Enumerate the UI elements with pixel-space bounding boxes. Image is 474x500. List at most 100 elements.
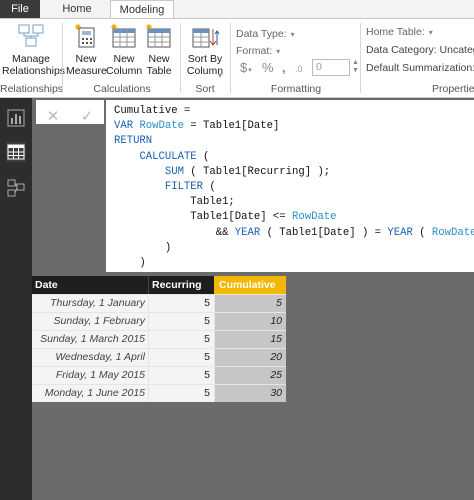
tab-modeling[interactable]: Modeling [110,0,174,19]
code-text: ( Table1[Recurring] ); [183,165,331,178]
cell-recurring[interactable]: 5 [148,349,214,366]
cell-cumulative[interactable]: 15 [214,331,286,348]
decimal-stepper[interactable]: ▲ ▼ [352,59,359,75]
report-view-icon[interactable] [6,108,26,128]
sort-by-column-button[interactable]: Sort By Column [184,23,226,77]
cell-cumulative[interactable]: 10 [214,313,286,330]
code-text: ) [114,257,146,270]
manage-relationships-button[interactable]: Manage Relationships [2,23,66,77]
tab-home[interactable]: Home [52,0,102,18]
manage-label-1: Manage [12,53,50,65]
group-divider [62,23,63,93]
ribbon: Manage Relationships Relationships New M… [0,18,474,98]
column-header-date[interactable]: Date [32,276,148,294]
code-text: ( [196,150,210,163]
code-variable: RowDate [431,226,474,239]
cell-recurring[interactable]: 5 [148,331,214,348]
table-row: Sunday, 1 March 2015 5 15 [32,330,286,348]
home-table-label: Home Table: [366,26,425,38]
code-line: SUM ( Table1[Recurring] ); [114,165,474,180]
table-body: Thursday, 1 January 201555Sunday, 1 Febr… [32,294,286,402]
chevron-down-icon[interactable]: ▾ [218,71,222,80]
code-line: RETURN [114,134,474,149]
cell-date[interactable]: Monday, 1 June 2015 [32,385,148,402]
cell-date[interactable]: Sunday, 1 February 2015 [32,313,148,344]
group-divider [180,23,181,93]
code-text: Table1; [114,196,235,209]
code-text: ( [203,181,216,194]
code-variable: RowDate [292,211,337,224]
new-table-label-2: Table [146,65,172,77]
code-line: Table1[Date] <= RowDate [114,210,474,225]
check-icon: ✓ [80,108,94,125]
data-category-dropdown[interactable]: Data Category: Uncategori [366,44,474,56]
manage-label-2: Relationships [2,65,66,77]
cell-date[interactable]: Sunday, 1 March 2015 [32,331,148,348]
code-keyword: CALCULATE [139,150,197,163]
table-row: Wednesday, 1 April 2015520 [32,348,286,380]
new-column-label-2: Column [106,65,143,77]
group-label-relationships: Relationships [0,83,64,95]
code-line: ) [114,256,474,271]
code-line: VAR RowDate = Table1[Date] [114,119,474,134]
currency-button[interactable]: $▾ [240,60,252,75]
relationships-view-icon[interactable] [6,178,26,198]
default-summarization-dropdown[interactable]: Default Summarization: Do [366,62,474,74]
code-text: Cumulative = [114,105,191,117]
cell-date[interactable]: Wednesday, 1 April 2015 [32,349,148,380]
cell-cumulative[interactable]: 30 [214,385,286,402]
close-icon: ✕ [46,108,60,125]
code-text: ( [412,226,432,239]
chevron-down-icon: ▾ [248,67,252,74]
cell-date[interactable]: Friday, 1 May 2015 [32,367,148,384]
cancel-formula-button[interactable]: ✕ [36,106,70,128]
chevron-down-icon: ▾ [276,47,281,56]
table-header-row: Date Recurring Cumulative [32,276,286,294]
decimal-places-input[interactable]: 0 [312,59,350,76]
data-view-icon[interactable] [6,142,26,162]
code-line: && YEAR ( Table1[Date] ) = YEAR ( RowDat… [114,226,474,241]
column-header-cumulative[interactable]: Cumulative [214,276,286,294]
code-variable: RowDate [139,120,184,133]
data-type-dropdown[interactable]: Data Type: ▾ [236,28,295,40]
group-label-properties: Propertie [432,83,474,95]
new-measure-label-1: New [75,53,97,65]
data-type-label: Data Type: [236,28,287,40]
format-dropdown[interactable]: Format: ▾ [236,45,280,57]
cell-date[interactable]: Thursday, 1 January 2015 [32,295,148,326]
cell-recurring[interactable]: 5 [148,313,214,330]
home-table-dropdown[interactable]: Home Table: ▾ [366,26,433,38]
cell-cumulative[interactable]: 25 [214,367,286,384]
comma-button[interactable]: , [282,60,286,75]
chevron-down-icon: ▾ [428,28,433,37]
table-row: Friday, 1 May 2015 5 25 [32,366,286,384]
dax-code: Cumulative = VAR RowDate = Table1[Date] RE… [114,104,474,271]
new-column-button[interactable]: New Column [106,23,142,77]
formula-editor[interactable]: Cumulative = VAR RowDate = Table1[Date] RE… [106,100,474,272]
code-keyword: RETURN [114,135,153,148]
new-column-label-1: New [113,53,135,65]
code-line: Table1; [114,195,474,210]
code-text: Table1[Date] <= [114,211,293,224]
currency-symbol: $ [240,60,248,75]
percent-button[interactable]: % [262,60,274,75]
relationships-icon [18,24,44,47]
cell-cumulative[interactable]: 5 [214,295,286,312]
code-text: ) [114,241,172,254]
cell-cumulative[interactable]: 20 [214,349,286,366]
tab-file[interactable]: File [0,0,40,18]
cell-recurring[interactable]: 5 [148,295,214,312]
new-measure-button[interactable]: New Measure [66,23,107,77]
table-row: Monday, 1 June 2015 5 30 [32,384,286,402]
formula-actions: ✕ ✓ [36,100,104,125]
cell-recurring[interactable]: 5 [148,367,214,384]
cell-recurring[interactable]: 5 [148,385,214,402]
column-header-recurring[interactable]: Recurring [148,276,214,294]
group-label-calculations: Calculations [93,83,151,95]
format-label: Format: [236,45,273,57]
code-line: FILTER ( [114,180,474,195]
new-table-button[interactable]: New Table [142,23,176,77]
commit-formula-button[interactable]: ✓ [70,106,104,128]
code-text: && [114,226,235,239]
